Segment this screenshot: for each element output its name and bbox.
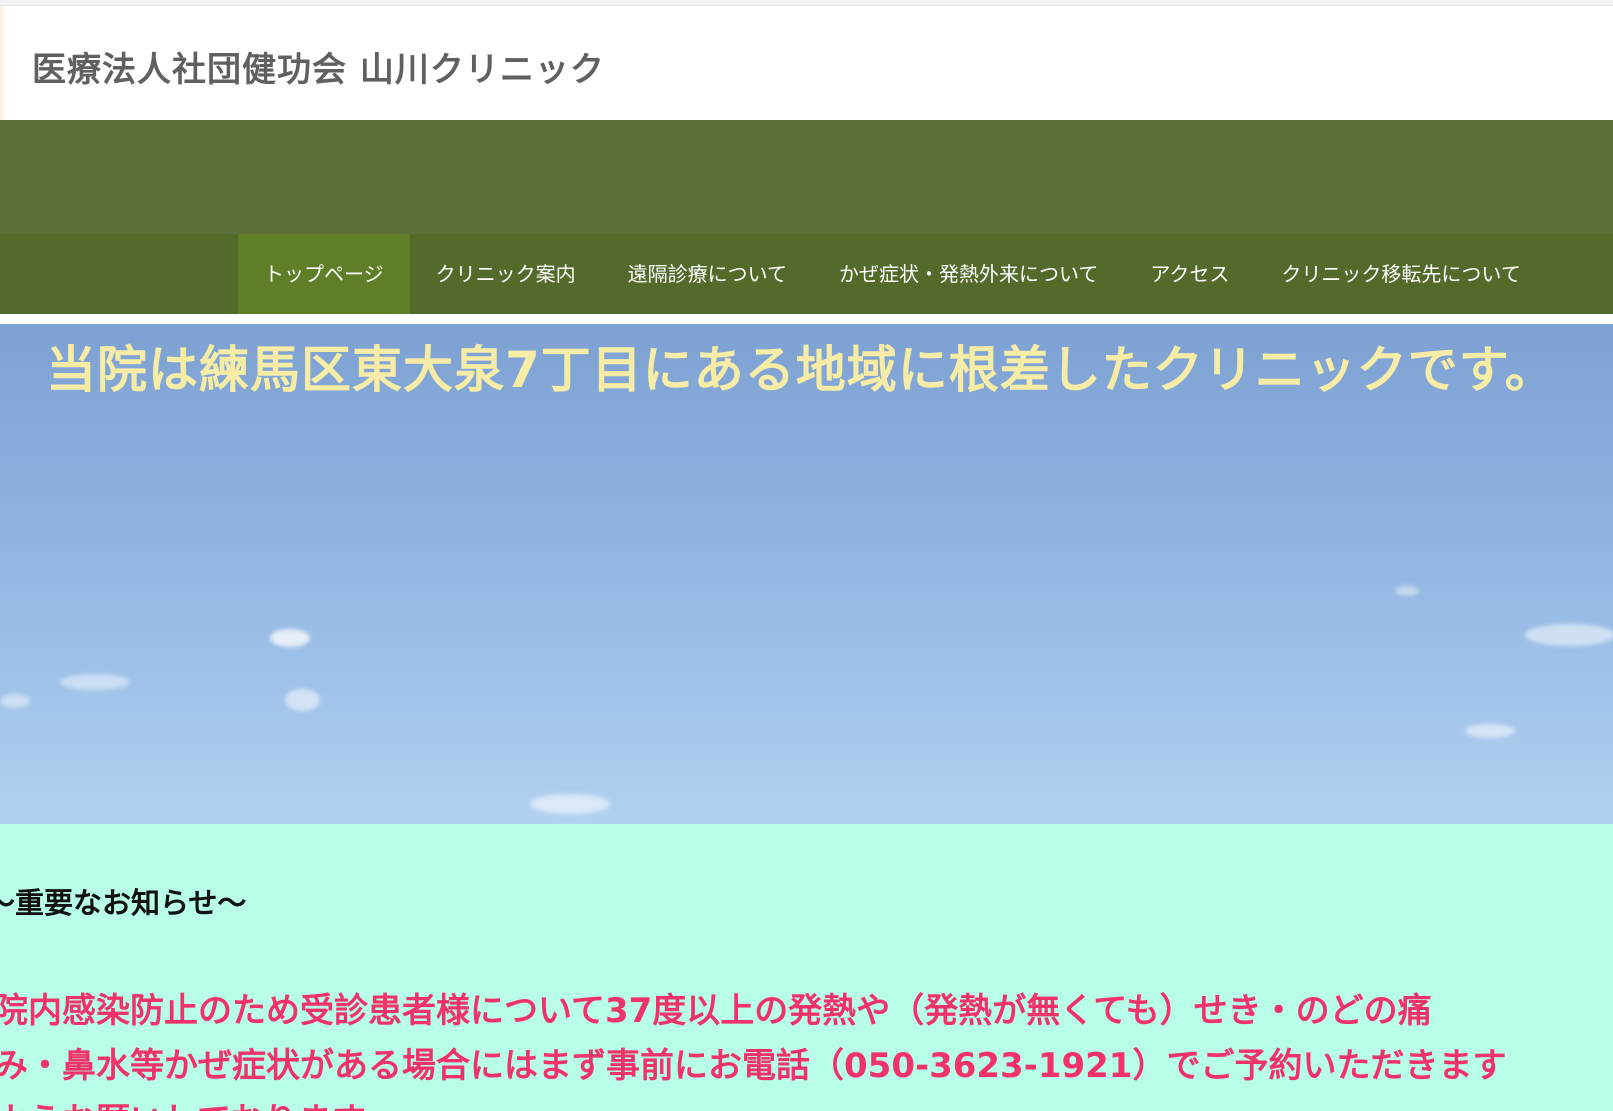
site-title[interactable]: 医療法人社団健功会 山川クリニック bbox=[32, 42, 605, 91]
header-banner-band bbox=[0, 120, 1613, 234]
nav-item-remote-consultation[interactable]: 遠隔診療について bbox=[602, 234, 813, 314]
notice-line: 院内感染防止のため受診患者様について37度以上の発熱や（発熱が無くても）せき・の… bbox=[0, 991, 1432, 1031]
nav-item-relocation[interactable]: クリニック移転先について bbox=[1255, 234, 1546, 314]
cloud bbox=[530, 794, 610, 814]
notice-line: ようお願いしております。 bbox=[0, 1094, 1613, 1111]
cloud bbox=[60, 674, 130, 690]
nav-item-fever-clinic[interactable]: かぜ症状・発熱外来について bbox=[813, 234, 1124, 314]
site-header: 医療法人社団健功会 山川クリニック bbox=[0, 6, 1613, 120]
nav-item-top-page[interactable]: トップページ bbox=[238, 234, 410, 314]
spacer bbox=[0, 314, 1613, 324]
hero-headline: 当院は練馬区東大泉7丁目にある地域に根差したクリニックです。 bbox=[46, 341, 1556, 399]
cloud bbox=[0, 694, 30, 708]
page: 医療法人社団健功会 山川クリニック トップページ クリニック案内 遠隔診療につい… bbox=[0, 0, 1613, 1111]
cloud bbox=[1465, 724, 1515, 738]
notice-heading: ～重要なお知らせ～ bbox=[0, 886, 247, 920]
notice-body: 院内感染防止のため受診患者様について37度以上の発熱や（発熱が無くても）せき・の… bbox=[0, 984, 1613, 1111]
nav-list: トップページ クリニック案内 遠隔診療について かぜ症状・発熱外来について アク… bbox=[238, 234, 1547, 314]
notice-line: み・鼻水等かぜ症状がある場合にはまず事前にお電話（050-3623-1921）で… bbox=[0, 1046, 1507, 1086]
nav-item-access[interactable]: アクセス bbox=[1124, 234, 1255, 314]
nav-item-clinic-info[interactable]: クリニック案内 bbox=[410, 234, 602, 314]
cloud bbox=[285, 689, 320, 711]
hero-sky-image: 当院は練馬区東大泉7丁目にある地域に根差したクリニックです。 bbox=[0, 324, 1613, 824]
cloud bbox=[1395, 586, 1419, 596]
important-notice: ～重要なお知らせ～ 院内感染防止のため受診患者様について37度以上の発熱や（発熱… bbox=[0, 824, 1613, 1111]
main-navigation: トップページ クリニック案内 遠隔診療について かぜ症状・発熱外来について アク… bbox=[0, 234, 1613, 314]
cloud bbox=[270, 629, 310, 647]
cloud bbox=[1525, 624, 1613, 646]
